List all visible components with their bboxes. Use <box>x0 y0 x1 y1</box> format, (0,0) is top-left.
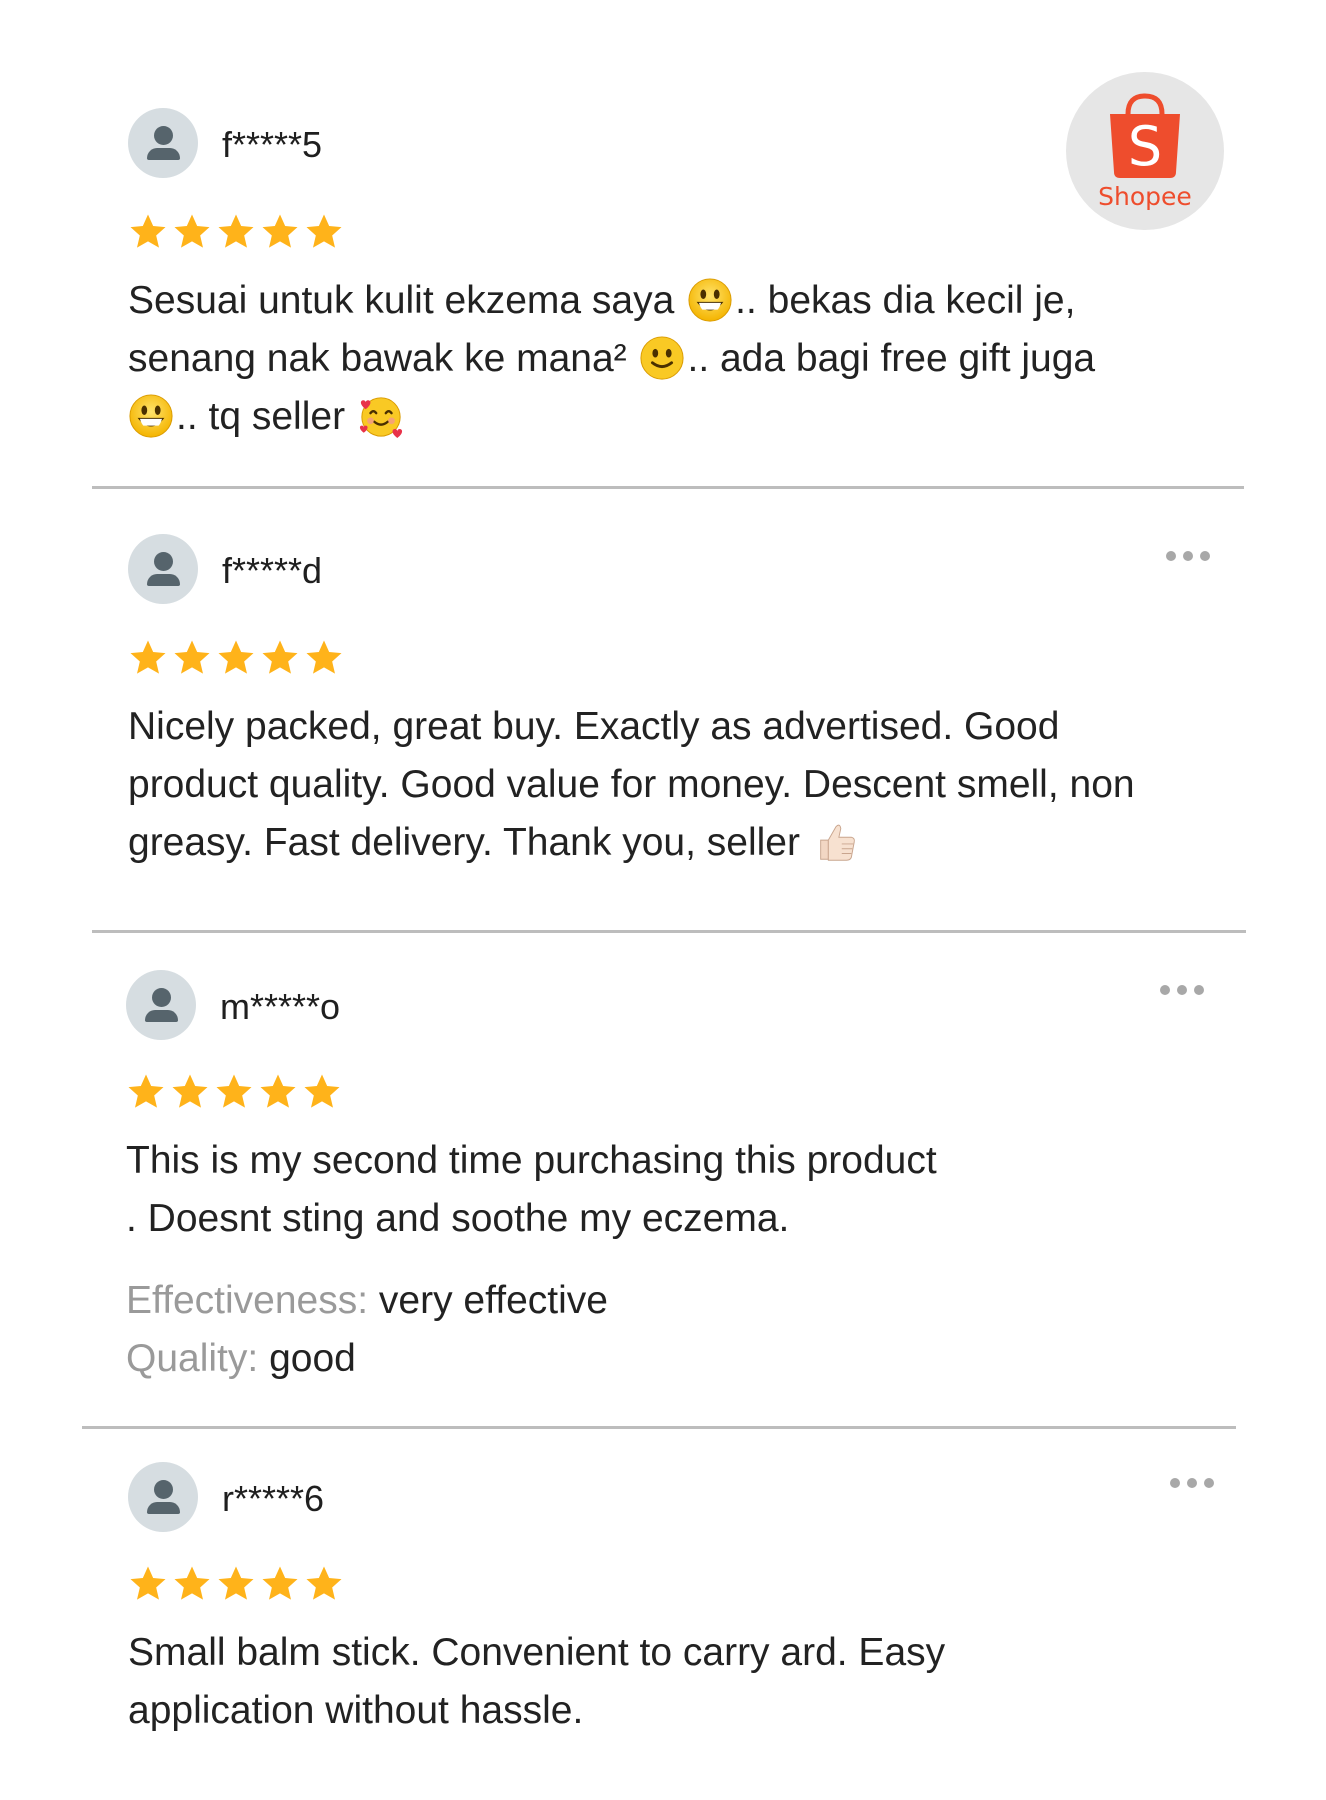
avatar-torso <box>147 574 180 586</box>
review-text: This is my second time purchasing this p… <box>126 1132 1196 1248</box>
star-icon <box>170 1072 210 1112</box>
review-text-body: Nicely packed, great buy. Exactly as adv… <box>128 705 1135 864</box>
star-icon <box>128 638 168 678</box>
review-text: Nicely packed, great buy. Exactly as adv… <box>128 698 1188 872</box>
star-rating <box>128 638 344 678</box>
star-icon <box>304 638 344 678</box>
more-options-icon[interactable] <box>1170 1478 1214 1488</box>
avatar <box>128 108 198 178</box>
avatar-torso <box>145 1010 178 1022</box>
avatar-head <box>154 126 173 145</box>
reviewer-username: f*****d <box>222 550 323 591</box>
review-text-line: . Doesnt sting and soothe my eczema. <box>126 1197 790 1240</box>
attribute-value: good <box>269 1337 356 1380</box>
star-icon <box>128 1564 168 1604</box>
reviewer-username: r*****6 <box>222 1478 325 1519</box>
avatar-head <box>152 988 171 1007</box>
shopping-bag-icon: S <box>1110 93 1180 178</box>
avatar <box>128 1462 198 1532</box>
star-rating <box>128 212 344 252</box>
attribute-quality: Quality: good <box>126 1330 356 1388</box>
star-icon <box>304 1564 344 1604</box>
review-text-segment: Sesuai untuk kulit ekzema saya <box>128 279 686 322</box>
avatar-torso <box>147 1502 180 1514</box>
attribute-value: very effective <box>378 1279 608 1322</box>
divider <box>92 930 1246 933</box>
star-icon <box>216 1564 256 1604</box>
review-text: Sesuai untuk kulit ekzema saya .. bekas … <box>128 272 1198 446</box>
star-rating <box>128 1564 344 1604</box>
more-options-icon[interactable] <box>1160 985 1204 995</box>
review-text-line: application without hassle. <box>128 1689 584 1732</box>
review-text-segment: .. tq seller <box>176 395 356 438</box>
divider <box>92 486 1244 489</box>
thumbs-up-icon <box>813 819 859 865</box>
star-icon <box>216 212 256 252</box>
review-text-line: Small balm stick. Convenient to carry ar… <box>128 1631 946 1674</box>
grinning-face-icon <box>687 277 733 323</box>
star-icon <box>260 638 300 678</box>
star-icon <box>128 212 168 252</box>
star-icon <box>126 1072 166 1112</box>
slightly-smiling-face-icon <box>639 335 685 381</box>
star-icon <box>260 212 300 252</box>
review-text: Small balm stick. Convenient to carry ar… <box>128 1624 1198 1740</box>
smiling-face-with-hearts-icon <box>358 393 404 439</box>
star-icon <box>172 212 212 252</box>
star-icon <box>304 212 344 252</box>
reviewer-username: m*****o <box>220 986 341 1027</box>
reviewer-username: f*****5 <box>222 124 323 165</box>
attribute-effectiveness: Effectiveness: very effective <box>126 1272 608 1330</box>
avatar <box>126 970 196 1040</box>
attribute-label: Quality: <box>126 1337 259 1380</box>
star-icon <box>216 638 256 678</box>
review-text-line: This is my second time purchasing this p… <box>126 1139 937 1182</box>
shopee-logo: S Shopee <box>1066 72 1224 230</box>
star-icon <box>172 638 212 678</box>
grinning-face-icon <box>128 393 174 439</box>
avatar <box>128 534 198 604</box>
avatar-torso <box>147 148 180 160</box>
star-icon <box>260 1564 300 1604</box>
more-options-icon[interactable] <box>1166 551 1210 561</box>
star-icon <box>214 1072 254 1112</box>
star-icon <box>172 1564 212 1604</box>
star-icon <box>258 1072 298 1112</box>
shopee-s-letter: S <box>1128 115 1162 178</box>
divider <box>82 1426 1236 1429</box>
shopee-wordmark: Shopee <box>1098 182 1192 211</box>
avatar-head <box>154 552 173 571</box>
star-rating <box>126 1072 342 1112</box>
review-text-segment: .. ada bagi free gift juga <box>687 337 1096 380</box>
avatar-head <box>154 1480 173 1499</box>
attribute-label: Effectiveness: <box>126 1279 369 1322</box>
star-icon <box>302 1072 342 1112</box>
